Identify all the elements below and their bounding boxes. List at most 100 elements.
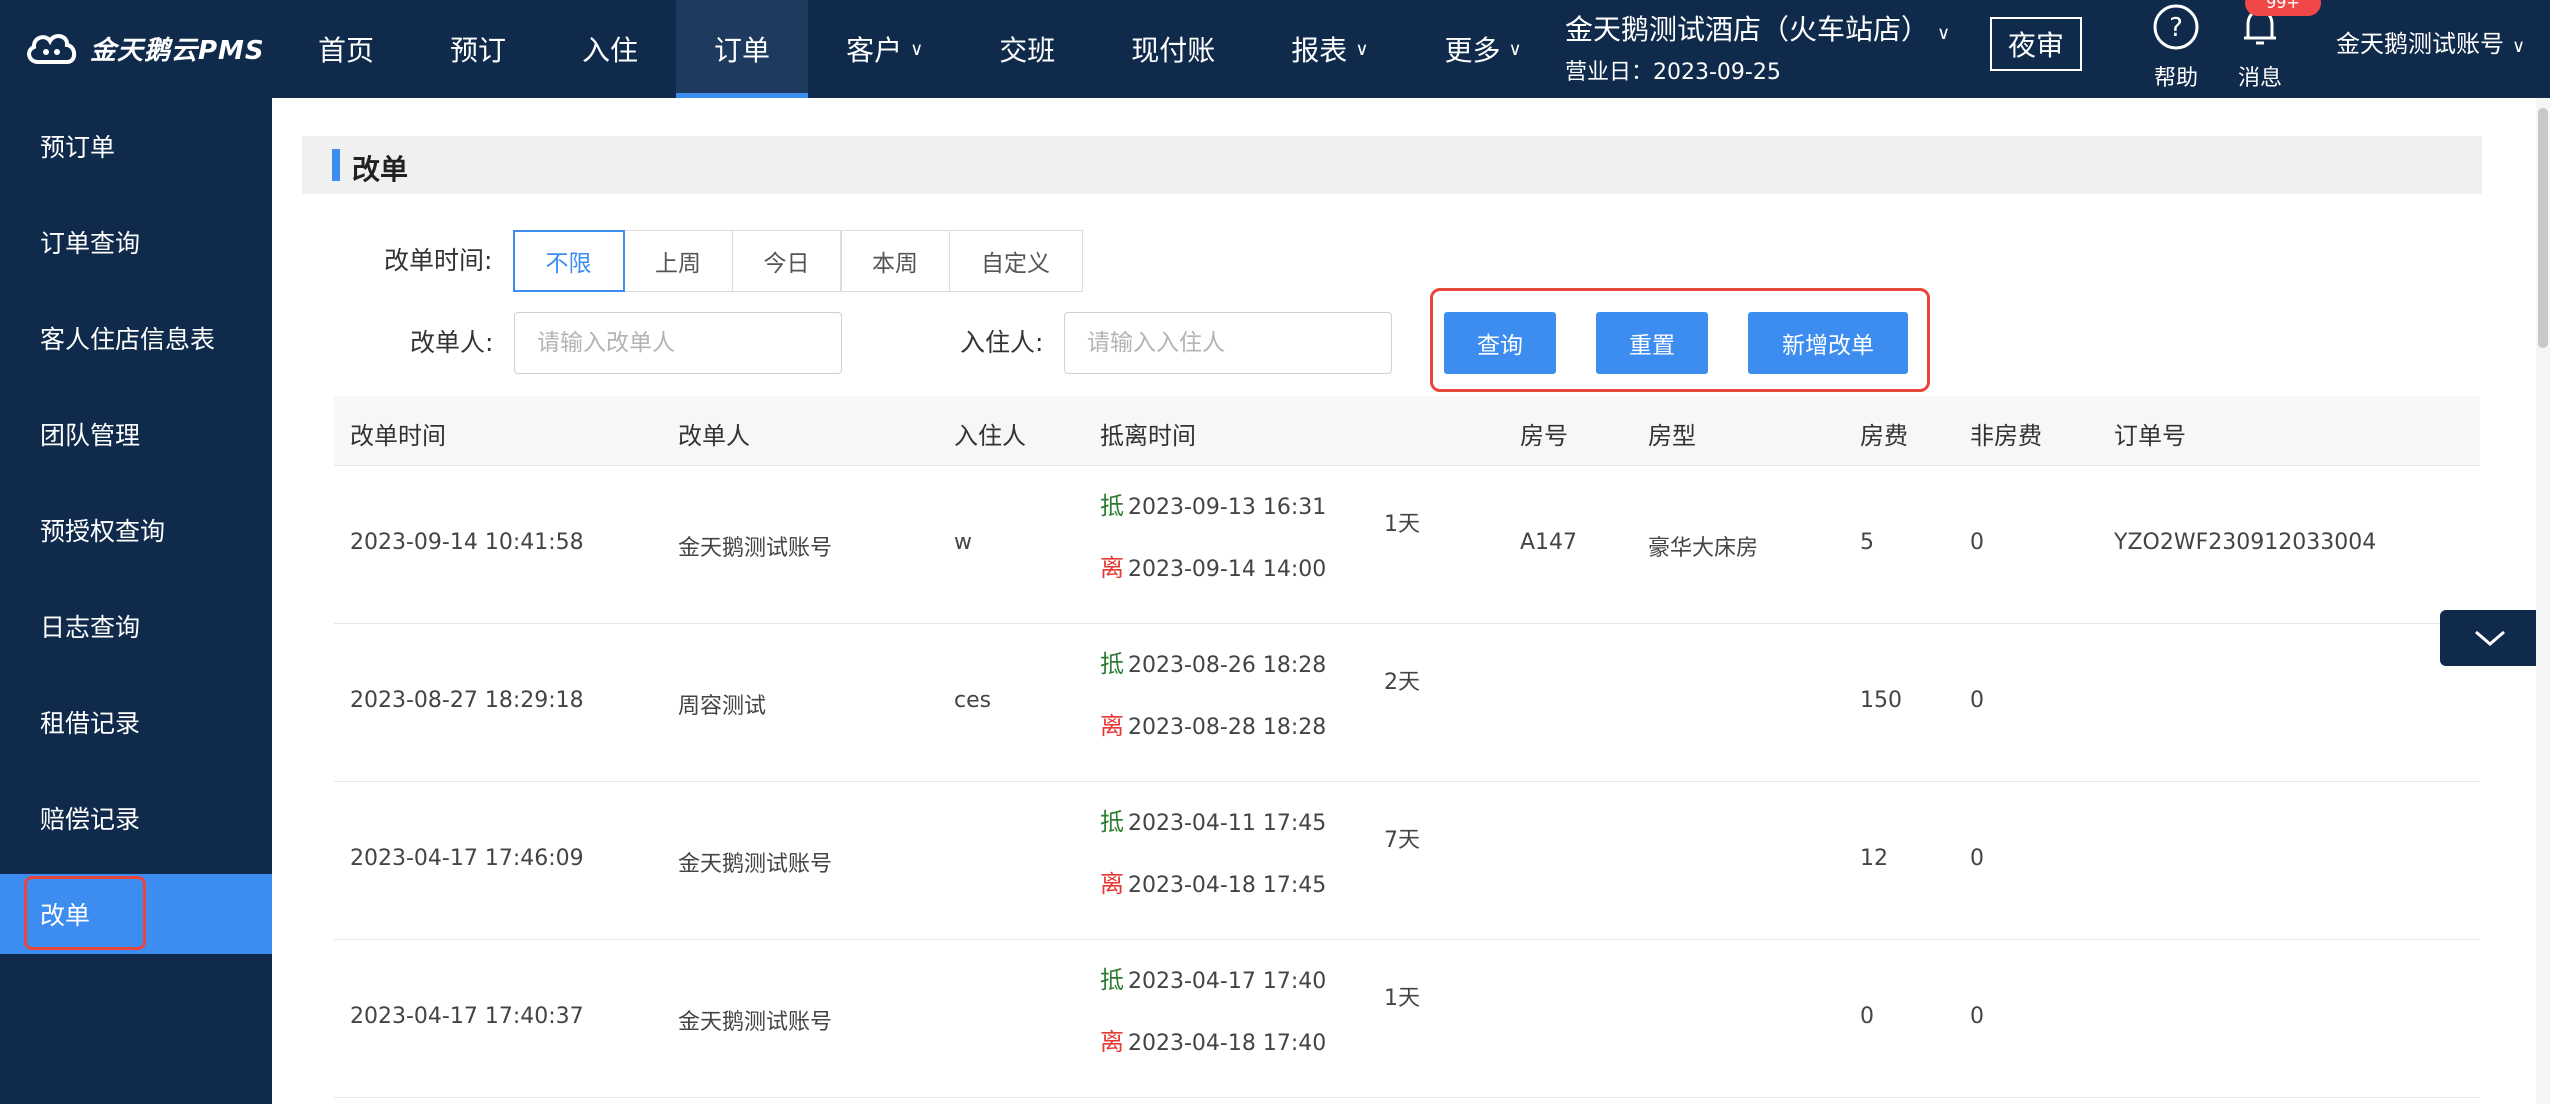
column-header: 入住人: [954, 422, 1026, 450]
table-row[interactable]: 2023-08-27 18:29:18 周容测试 ces 抵 2023-08-26…: [334, 624, 2480, 782]
cell-other-fee: 0: [1970, 688, 1984, 713]
cell-nights: 1天: [1384, 512, 1420, 537]
vertical-scrollbar[interactable]: [2536, 98, 2550, 1104]
sidebar-item-order-query[interactable]: 订单查询: [0, 194, 272, 290]
guest-input[interactable]: [1064, 312, 1392, 374]
time-option-all[interactable]: 不限: [512, 230, 625, 292]
time-option-this-week[interactable]: 本周: [840, 230, 950, 292]
hotel-name: 金天鹅测试酒店（火车站店）: [1565, 13, 1930, 46]
cell-arrive-time: 2023-04-17 17:40: [1128, 969, 1327, 994]
nav-more[interactable]: 更多 ∨: [1407, 0, 1560, 98]
column-header: 非房费: [1970, 422, 2042, 450]
main-nav: 首页 预订 入住 订单 客户 ∨ 交班 现付账 报表 ∨ 更多 ∨: [280, 0, 1560, 98]
nav-label: 现付账: [1131, 34, 1216, 67]
column-header: 房型: [1648, 422, 1696, 450]
help-button[interactable]: ? 帮助: [2136, 2, 2216, 92]
cell-change-time: 2023-04-17 17:40:37: [350, 1004, 584, 1029]
scroll-down-button[interactable]: [2440, 610, 2540, 666]
cell-editor: 金天鹅测试账号: [678, 852, 833, 877]
sidebar-item-compensation-records[interactable]: 赔偿记录: [0, 770, 272, 866]
chevron-down-icon: ∨: [2512, 36, 2526, 57]
query-button[interactable]: 查询: [1444, 312, 1556, 374]
cloud-logo-icon: [27, 34, 77, 64]
cell-guest: ces: [954, 688, 992, 713]
time-option-last-week[interactable]: 上周: [623, 230, 733, 292]
depart-tag: 离: [1100, 1028, 1124, 1056]
nav-customers[interactable]: 客户 ∨: [808, 0, 961, 98]
editor-input[interactable]: [514, 312, 842, 374]
column-header: 抵离时间: [1100, 422, 1196, 450]
column-header: 房号: [1520, 422, 1568, 450]
nav-label: 入住: [582, 34, 639, 67]
cell-room-type: 豪华大床房: [1648, 536, 1759, 561]
sidebar-item-rental-records[interactable]: 租借记录: [0, 674, 272, 770]
sidebar-item-label: 预订单: [40, 133, 116, 162]
nav-reports[interactable]: 报表 ∨: [1253, 0, 1406, 98]
sidebar-item-label: 预授权查询: [40, 517, 166, 546]
sidebar-item-log-query[interactable]: 日志查询: [0, 578, 272, 674]
cell-guest: w: [954, 530, 972, 555]
nav-checkin[interactable]: 入住: [544, 0, 676, 98]
column-header: 改单人: [678, 422, 750, 450]
nav-reservation[interactable]: 预订: [412, 0, 544, 98]
time-option-custom[interactable]: 自定义: [948, 230, 1083, 292]
arrive-tag: 抵: [1100, 492, 1124, 520]
highlight-box: [24, 876, 146, 950]
chevron-down-icon: [2475, 630, 2505, 646]
cell-other-fee: 0: [1970, 846, 1984, 871]
nav-label: 报表: [1291, 34, 1348, 67]
table-row[interactable]: 2023-04-17 17:46:09 金天鹅测试账号 抵 2023-04-11 …: [334, 782, 2480, 940]
table-row[interactable]: 2023-04-17 17:40:37 金天鹅测试账号 抵 2023-04-17 …: [334, 940, 2480, 1098]
column-header: 订单号: [2114, 422, 2186, 450]
cell-editor: 金天鹅测试账号: [678, 1010, 833, 1035]
sidebar-item-guest-info[interactable]: 客人住店信息表: [0, 290, 272, 386]
nav-home[interactable]: 首页: [280, 0, 412, 98]
cell-depart-time: 2023-08-28 18:28: [1128, 715, 1327, 740]
brand-logo[interactable]: 金天鹅云PMS: [24, 26, 265, 70]
reset-button[interactable]: 重置: [1596, 312, 1708, 374]
guest-label: 入住人:: [960, 328, 1044, 357]
cell-depart-time: 2023-04-18 17:45: [1128, 873, 1327, 898]
account-menu[interactable]: 金天鹅测试账号 ∨: [2336, 24, 2525, 59]
sidebar-item-preauth-query[interactable]: 预授权查询: [0, 482, 272, 578]
cell-change-time: 2023-08-27 18:29:18: [350, 688, 584, 713]
nav-label: 客户: [846, 34, 903, 67]
nav-cash-account[interactable]: 现付账: [1093, 0, 1253, 98]
cell-change-time: 2023-09-14 10:41:58: [350, 530, 584, 555]
depart-tag: 离: [1100, 554, 1124, 582]
hotel-selector[interactable]: 金天鹅测试酒店（火车站店） ∨ 营业日：2023-09-25: [1565, 8, 1950, 86]
sidebar-item-reservation-orders[interactable]: 预订单: [0, 98, 272, 194]
cell-arrive-time: 2023-09-13 16:31: [1128, 495, 1327, 520]
depart-tag: 离: [1100, 712, 1124, 740]
cell-change-time: 2023-04-17 17:46:09: [350, 846, 584, 871]
nav-shift[interactable]: 交班: [961, 0, 1093, 98]
time-option-today[interactable]: 今日: [731, 230, 842, 292]
nav-orders[interactable]: 订单: [676, 0, 809, 98]
add-change-button[interactable]: 新增改单: [1748, 312, 1908, 374]
cell-editor: 金天鹅测试账号: [678, 536, 833, 561]
arrive-tag: 抵: [1100, 966, 1124, 994]
svg-text:?: ?: [2169, 13, 2183, 43]
cell-nights: 2天: [1384, 670, 1420, 695]
page-header: 改单: [302, 136, 2482, 194]
table-row[interactable]: 2023-09-14 10:41:58 金天鹅测试账号 w 抵 2023-09-1…: [334, 466, 2480, 624]
message-label: 消息: [2237, 66, 2282, 91]
cell-room-fee: 12: [1860, 846, 1888, 871]
nav-label: 交班: [999, 34, 1056, 67]
sidebar: 预订单 订单查询 客人住店信息表 团队管理 预授权查询 日志查询 租借记录 赔偿…: [0, 98, 272, 1104]
chevron-down-icon: ∨: [1355, 38, 1369, 60]
chevron-down-icon: ∨: [1937, 23, 1951, 44]
night-audit-button[interactable]: 夜审: [1990, 17, 2082, 71]
cell-other-fee: 0: [1970, 530, 1984, 555]
cell-depart-time: 2023-04-18 17:40: [1128, 1031, 1327, 1056]
scrollbar-thumb[interactable]: [2538, 108, 2548, 348]
arrive-tag: 抵: [1100, 650, 1124, 678]
main-content: 改单 改单时间: 不限 上周 今日 本周 自定义 改单人: 入住人: 查询 重置…: [272, 98, 2550, 1104]
change-time-label: 改单时间:: [384, 246, 493, 275]
cell-arrive-time: 2023-04-11 17:45: [1128, 811, 1327, 836]
sidebar-item-label: 团队管理: [40, 421, 141, 450]
sidebar-item-order-change[interactable]: 改单: [0, 874, 272, 954]
cell-arrive-time: 2023-08-26 18:28: [1128, 653, 1327, 678]
sidebar-item-team-management[interactable]: 团队管理: [0, 386, 272, 482]
nav-label: 首页: [318, 34, 375, 67]
